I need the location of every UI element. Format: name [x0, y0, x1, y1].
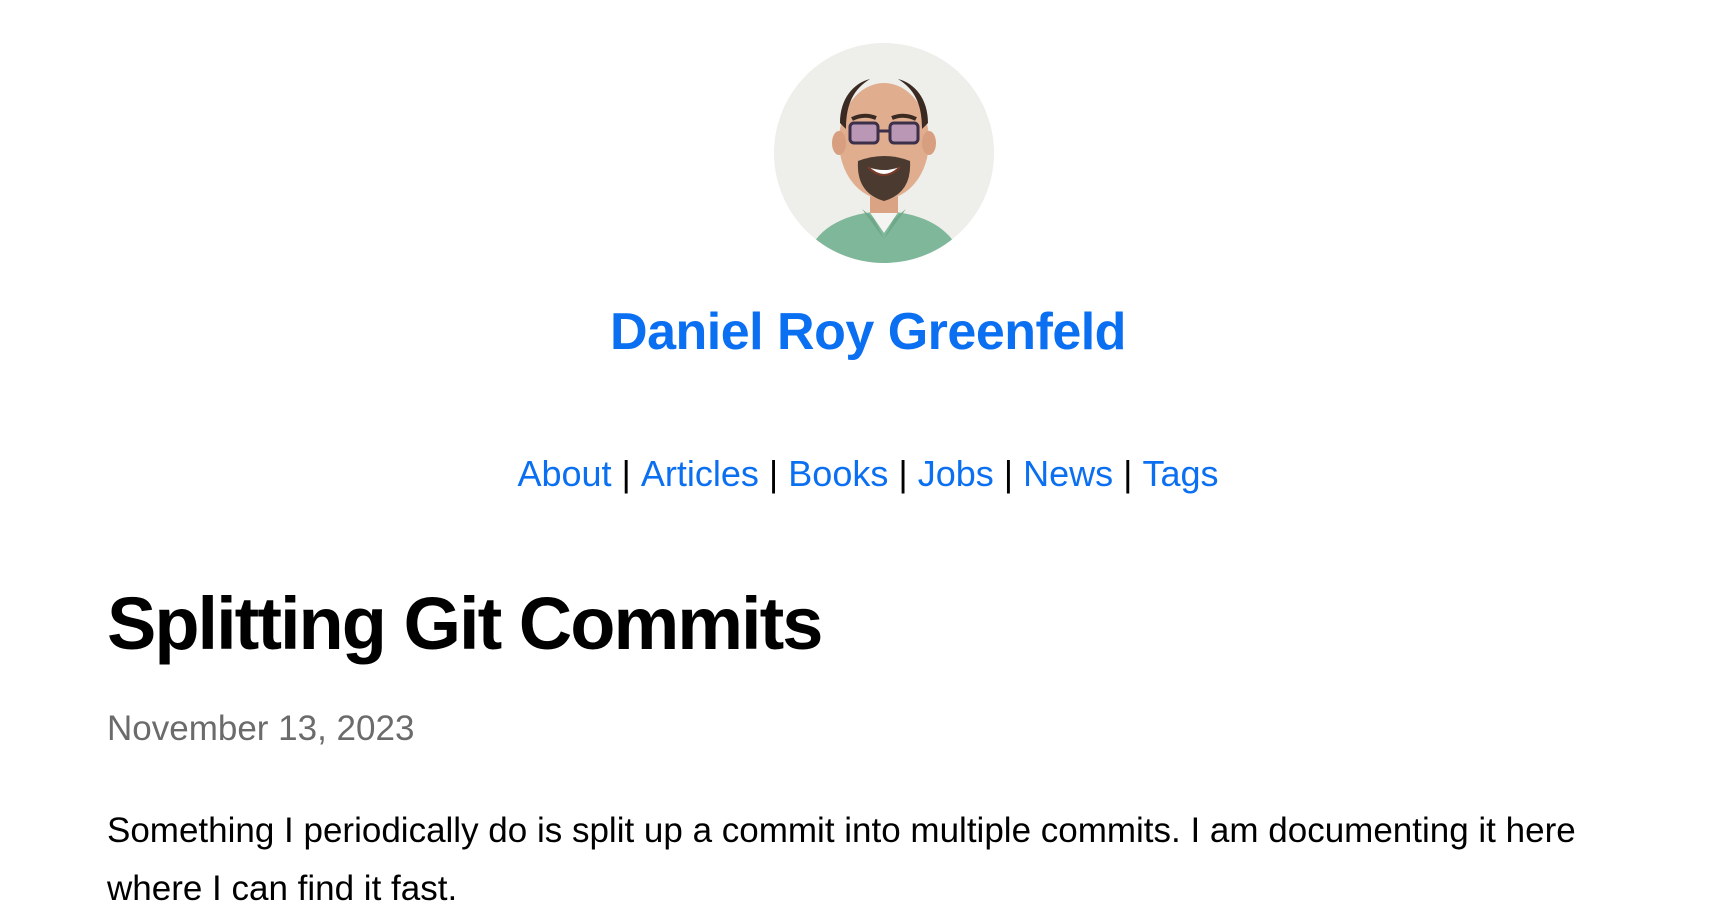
nav-link-tags[interactable]: Tags — [1143, 453, 1219, 494]
avatar[interactable] — [774, 43, 994, 263]
site-title-link[interactable]: Daniel Roy Greenfeld — [610, 303, 1126, 361]
post-title: Splitting Git Commits — [107, 582, 823, 665]
nav-link-news[interactable]: News — [1023, 453, 1113, 494]
avatar-portrait — [774, 43, 994, 263]
nav-separator: | — [1123, 453, 1133, 494]
nav-link-articles[interactable]: Articles — [641, 453, 759, 494]
nav-separator: | — [898, 453, 908, 494]
nav-link-about[interactable]: About — [517, 453, 611, 494]
main-nav: About | Articles | Books | Jobs | News | Tags — [0, 450, 1736, 498]
nav-link-jobs[interactable]: Jobs — [918, 453, 994, 494]
nav-separator: | — [621, 453, 631, 494]
post-intro-paragraph: Something I periodically do is split up … — [107, 811, 1576, 908]
nav-separator: | — [1003, 453, 1014, 494]
nav-link-books[interactable]: Books — [788, 453, 888, 494]
nav-separator: | — [768, 453, 779, 494]
post-date: November 13, 2023 — [107, 709, 415, 748]
site-title: Daniel Roy Greenfeld — [0, 300, 1736, 364]
article: Splitting Git Commits November 13, 2023 … — [107, 580, 1667, 908]
